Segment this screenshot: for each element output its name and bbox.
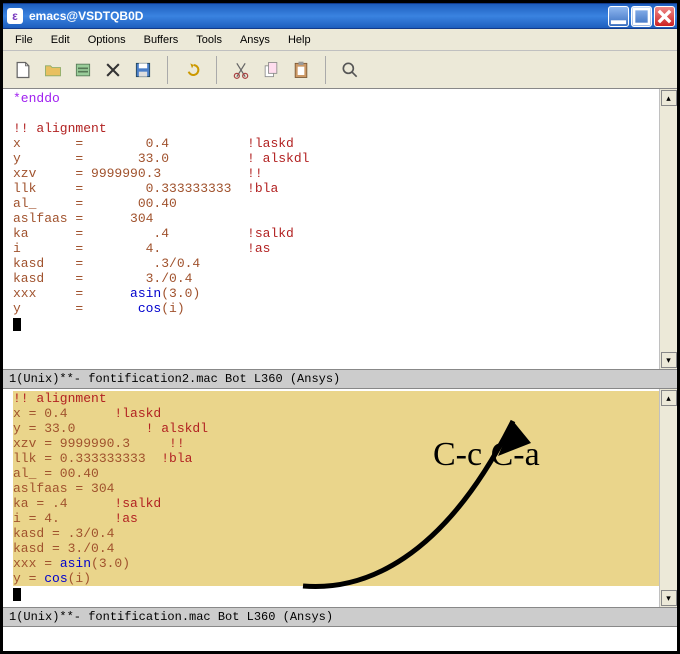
code-comment: !bla <box>247 181 278 196</box>
scrollbar-top[interactable]: ▴ ▾ <box>659 89 677 369</box>
modeline-bottom[interactable]: 1(Unix)**- fontification.mac Bot L360 (A… <box>3 607 677 627</box>
code-line: xzv = 9999990.3 <box>13 166 247 181</box>
copy-button[interactable] <box>257 56 285 84</box>
code-line: i = 4. <box>13 241 247 256</box>
buffer-bottom[interactable]: !! alignment x = 0.4 !laskd y = 33.0 ! a… <box>11 389 659 607</box>
search-button[interactable] <box>336 56 364 84</box>
menu-buffers[interactable]: Buffers <box>136 32 187 48</box>
code-line: (3.0) <box>91 556 130 571</box>
minimize-button[interactable] <box>608 6 629 27</box>
save-button[interactable] <box>129 56 157 84</box>
code-func: cos <box>138 301 161 316</box>
code-line: xzv = 9999990.3 <box>13 436 169 451</box>
code-line: (i) <box>68 571 91 586</box>
menubar: File Edit Options Buffers Tools Ansys He… <box>3 29 677 51</box>
cut-button[interactable] <box>227 56 255 84</box>
code-comment: ! alskdl <box>146 421 208 436</box>
fringe-left <box>3 89 11 369</box>
maximize-button[interactable] <box>631 6 652 27</box>
code-line: kasd = 3./0.4 <box>13 541 114 556</box>
code-line: y = <box>13 571 44 586</box>
pane-bottom: !! alignment x = 0.4 !laskd y = 33.0 ! a… <box>3 389 677 627</box>
code-line: ka = .4 <box>13 226 247 241</box>
menu-file[interactable]: File <box>7 32 41 48</box>
code-comment: !salkd <box>247 226 294 241</box>
scrollbar-bottom[interactable]: ▴ ▾ <box>659 389 677 607</box>
cursor <box>13 588 21 601</box>
code-comment: !! alignment <box>13 391 107 406</box>
code-keyword: *enddo <box>13 91 60 106</box>
code-func: asin <box>60 556 91 571</box>
code-comment: !bla <box>161 451 192 466</box>
close-file-button[interactable] <box>99 56 127 84</box>
code-func: cos <box>44 571 67 586</box>
code-comment: ! alskdl <box>247 151 309 166</box>
cursor <box>13 318 21 331</box>
code-line: ka = .4 <box>13 496 114 511</box>
code-comment: !! <box>247 166 263 181</box>
scroll-down-icon[interactable]: ▾ <box>661 590 677 606</box>
code-comment: !salkd <box>114 496 161 511</box>
menu-ansys[interactable]: Ansys <box>232 32 278 48</box>
code-comment: !! <box>169 436 185 451</box>
menu-help[interactable]: Help <box>280 32 319 48</box>
paste-button[interactable] <box>287 56 315 84</box>
code-line: x = 0.4 <box>13 136 247 151</box>
directory-button[interactable] <box>69 56 97 84</box>
code-line: y = 33.0 <box>13 421 146 436</box>
code-line: y = <box>13 301 138 316</box>
code-line: (i) <box>161 301 184 316</box>
code-line: kasd = .3/0.4 <box>13 526 114 541</box>
code-line: llk = 0.333333333 <box>13 181 247 196</box>
code-line: kasd = .3/0.4 <box>13 256 200 271</box>
menu-tools[interactable]: Tools <box>188 32 230 48</box>
code-line: llk = 0.333333333 <box>13 451 161 466</box>
menu-options[interactable]: Options <box>80 32 134 48</box>
toolbar <box>3 51 677 89</box>
code-line: x = 0.4 <box>13 406 114 421</box>
buffer-top[interactable]: *enddo !! alignment x = 0.4 !laskd y = 3… <box>11 89 659 369</box>
code-line: aslfaas = 304 <box>13 481 114 496</box>
minibuffer[interactable] <box>3 627 677 645</box>
new-file-button[interactable] <box>9 56 37 84</box>
open-file-button[interactable] <box>39 56 67 84</box>
menu-edit[interactable]: Edit <box>43 32 78 48</box>
code-comment: !laskd <box>114 406 161 421</box>
undo-button[interactable] <box>178 56 206 84</box>
scroll-up-icon[interactable]: ▴ <box>661 390 677 406</box>
code-line: xxx = <box>13 556 60 571</box>
code-line: al_ = 00.40 <box>13 466 99 481</box>
titlebar: ε emacs@VSDTQB0D <box>3 3 677 29</box>
emacs-icon: ε <box>7 8 23 24</box>
code-line: al_ = 00.40 <box>13 196 177 211</box>
fringe-left <box>3 389 11 607</box>
code-line: (3.0) <box>161 286 200 301</box>
code-comment: !as <box>247 241 270 256</box>
window-title: emacs@VSDTQB0D <box>29 9 143 23</box>
pane-top: *enddo !! alignment x = 0.4 !laskd y = 3… <box>3 89 677 389</box>
code-line: i = 4. <box>13 511 114 526</box>
code-line: xxx = <box>13 286 130 301</box>
editor-area: *enddo !! alignment x = 0.4 !laskd y = 3… <box>3 89 677 645</box>
close-button[interactable] <box>654 6 675 27</box>
code-line: y = 33.0 <box>13 151 247 166</box>
scroll-up-icon[interactable]: ▴ <box>661 90 677 106</box>
modeline-top[interactable]: 1(Unix)**- fontification2.mac Bot L360 (… <box>3 369 677 389</box>
code-line: aslfaas = 304 <box>13 211 153 226</box>
code-comment: !laskd <box>247 136 294 151</box>
code-line: kasd = 3./0.4 <box>13 271 192 286</box>
scroll-down-icon[interactable]: ▾ <box>661 352 677 368</box>
code-comment: !as <box>114 511 137 526</box>
code-func: asin <box>130 286 161 301</box>
code-comment: !! alignment <box>13 121 107 136</box>
